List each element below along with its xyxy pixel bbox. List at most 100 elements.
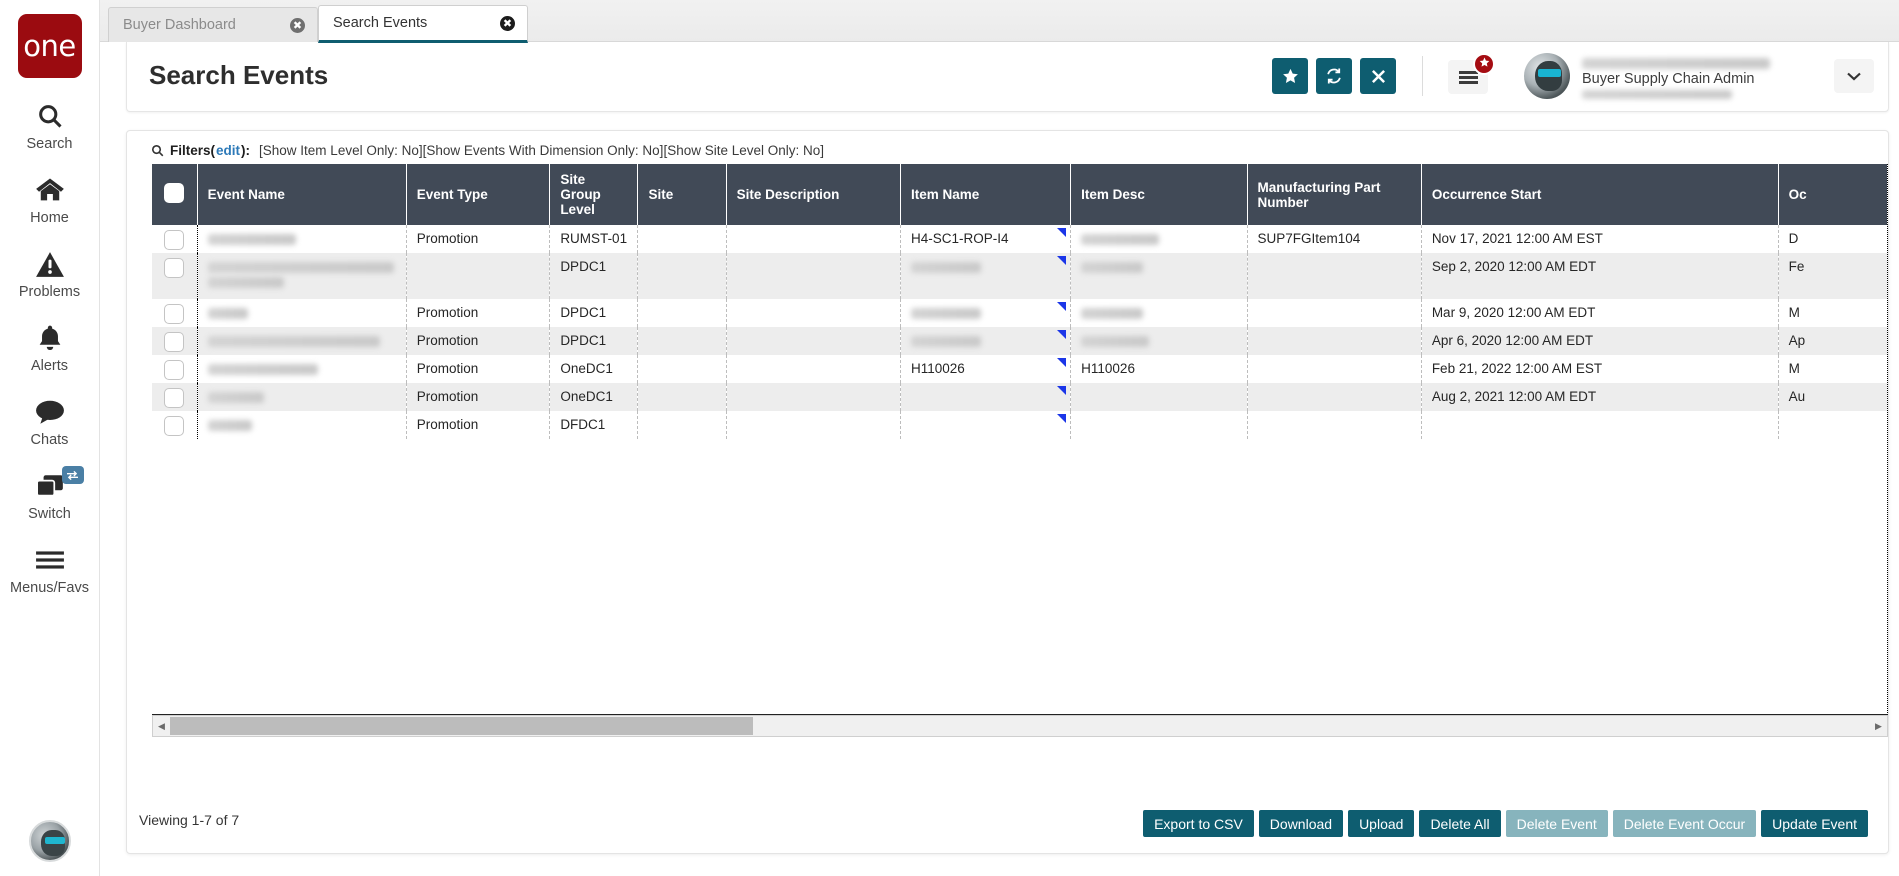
redacted-text [911,336,981,347]
cell-event-type: Promotion [406,225,550,253]
column-header-item-name[interactable]: Item Name [900,164,1070,225]
table-row[interactable]: PromotionDPDC1Apr 6, 2020 12:00 AM EDTAp [152,327,1888,355]
cell-event-name[interactable] [197,383,406,411]
select-all-header[interactable] [152,164,197,225]
redacted-text [208,392,264,403]
sidebar-item-chats[interactable]: Chats [0,396,100,448]
delete-all-button[interactable]: Delete All [1419,810,1500,837]
row-checkbox[interactable] [164,332,184,352]
filters-close-paren: ): [241,143,250,158]
cell-item-desc [1071,299,1247,327]
home-icon [35,174,65,206]
swap-arrows-icon[interactable] [62,466,84,484]
scroll-right-arrow[interactable]: ▶ [1870,716,1887,736]
sidebar-item-switch[interactable]: Switch [0,470,100,522]
table-row[interactable]: PromotionRUMST-01H4-SC1-ROP-I4SUP7FGItem… [152,225,1888,253]
table-row[interactable]: PromotionDPDC1Mar 9, 2020 12:00 AM EDTM [152,299,1888,327]
export-to-csv-button[interactable]: Export to CSV [1143,810,1254,837]
cell-event-type: Promotion [406,327,550,355]
row-checkbox-cell[interactable] [152,355,197,383]
filters-edit-link[interactable]: edit [216,143,240,158]
cell-site [638,225,726,253]
column-header-event-type[interactable]: Event Type [406,164,550,225]
row-checkbox[interactable] [164,258,184,278]
avatar[interactable] [1524,53,1570,99]
cell-event-name[interactable] [197,411,406,439]
filters-label: Filters [170,143,211,158]
column-header-site[interactable]: Site [638,164,726,225]
row-checkbox[interactable] [164,230,184,250]
scrollbar-thumb[interactable] [170,717,753,735]
user-menu-dropdown[interactable] [1834,59,1874,93]
row-checkbox[interactable] [164,304,184,324]
sidebar-item-menus-favs[interactable]: Menus/Favs [0,544,100,596]
tab-buyer-dashboard[interactable]: Buyer Dashboard ✖ [108,7,318,42]
cell-item-desc [1071,411,1247,439]
sidebar-item-alerts[interactable]: Alerts [0,322,100,374]
close-button[interactable] [1360,58,1396,94]
favorite-button[interactable] [1272,58,1308,94]
select-all-checkbox[interactable] [164,183,184,203]
cell-event-name[interactable] [197,253,406,299]
close-circle-icon[interactable]: ✖ [290,18,305,33]
cell-marker-triangle-icon [1057,386,1066,395]
cell-event-name[interactable] [197,225,406,253]
column-header-occurrence-end[interactable]: Oc [1778,164,1888,225]
table-row[interactable]: DPDC1Sep 2, 2020 12:00 AM EDTFe [152,253,1888,299]
table-row[interactable]: PromotionOneDC1Aug 2, 2021 12:00 AM EDTA… [152,383,1888,411]
row-checkbox-cell[interactable] [152,225,197,253]
chat-bubble-icon [35,396,65,428]
cell-occurrence-end: M [1778,355,1888,383]
row-checkbox[interactable] [164,360,184,380]
column-header-item-desc[interactable]: Item Desc [1071,164,1247,225]
cell-site [638,383,726,411]
row-checkbox[interactable] [164,416,184,436]
cell-item-name [900,383,1070,411]
cell-item-desc [1071,225,1247,253]
column-header-site-group-level[interactable]: Site Group Level [550,164,638,225]
download-button[interactable]: Download [1259,810,1343,837]
brand-logo[interactable]: one [18,14,82,78]
sidebar-item-home[interactable]: Home [0,174,100,226]
cell-event-name[interactable] [197,327,406,355]
row-checkbox-cell[interactable] [152,327,197,355]
column-header-site-description[interactable]: Site Description [726,164,900,225]
column-header-event-name[interactable]: Event Name [197,164,406,225]
column-header-occurrence-start[interactable]: Occurrence Start [1421,164,1778,225]
cell-event-type [406,253,550,299]
sidebar-item-problems[interactable]: Problems [0,248,100,300]
row-checkbox-cell[interactable] [152,411,197,439]
cell-event-name[interactable] [197,299,406,327]
update-event-button[interactable]: Update Event [1761,810,1868,837]
scroll-left-arrow[interactable]: ◀ [153,716,170,736]
table-row[interactable]: PromotionOneDC1H110026H110026Feb 21, 202… [152,355,1888,383]
cell-occurrence-start: Aug 2, 2021 12:00 AM EDT [1421,383,1778,411]
cell-site-description [726,225,900,253]
close-circle-icon[interactable]: ✖ [500,16,515,31]
sidebar-item-search[interactable]: Search [0,100,100,152]
redacted-text [1081,262,1143,273]
horizontal-scrollbar[interactable]: ◀ ▶ [152,715,1888,737]
cell-item-desc [1071,253,1247,299]
cell-site-group-level: DPDC1 [550,299,638,327]
search-icon [36,100,64,132]
rail-avatar[interactable] [29,820,71,862]
scrollbar-track[interactable] [753,717,1870,735]
tab-search-events[interactable]: Search Events ✖ [318,5,528,43]
cell-site-group-level: DPDC1 [550,253,638,299]
row-checkbox[interactable] [164,388,184,408]
table-row[interactable]: PromotionDFDC1 [152,411,1888,439]
upload-button[interactable]: Upload [1348,810,1414,837]
cell-event-type: Promotion [406,383,550,411]
tab-label: Buyer Dashboard [123,17,264,33]
row-checkbox-cell[interactable] [152,299,197,327]
refresh-button[interactable] [1316,58,1352,94]
cell-item-name [900,327,1070,355]
row-checkbox-cell[interactable] [152,383,197,411]
cell-site-group-level: OneDC1 [550,355,638,383]
cell-site-description [726,327,900,355]
cell-event-name[interactable] [197,355,406,383]
row-checkbox-cell[interactable] [152,253,197,299]
brand-logo-text: one [23,29,75,63]
column-header-manufacturing-part-number[interactable]: Manufacturing Part Number [1247,164,1421,225]
